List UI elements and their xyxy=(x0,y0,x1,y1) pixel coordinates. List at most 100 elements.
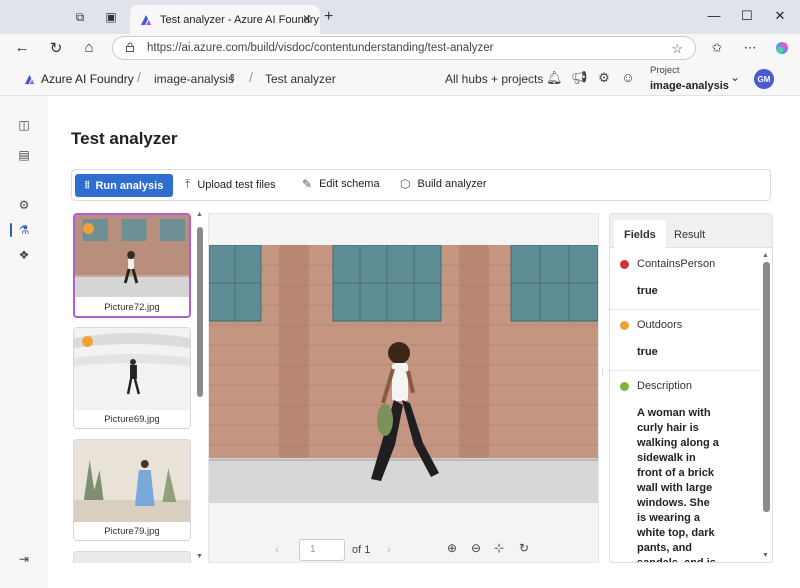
url-field[interactable]: https://ai.azure.com/build/visdoc/conten… xyxy=(112,36,696,60)
preview-image[interactable] xyxy=(209,245,598,503)
field-item[interactable]: ContainsPerson true xyxy=(610,254,762,310)
zoom-in-icon[interactable]: ⊕ xyxy=(447,541,457,555)
model-gear-icon[interactable]: ⚙ xyxy=(16,198,32,214)
field-name: ContainsPerson xyxy=(637,258,716,270)
scroll-up-icon[interactable]: ▲ xyxy=(762,252,769,259)
fit-to-view-icon[interactable]: ⊹ xyxy=(494,541,504,555)
avatar[interactable]: GM xyxy=(754,69,774,89)
scroll-down-icon[interactable]: ▼ xyxy=(762,552,769,559)
more-menu-icon[interactable]: ⋯ xyxy=(741,40,759,56)
url-text: https://ai.azure.com/build/visdoc/conten… xyxy=(147,42,494,54)
address-bar-row: ← ↻ ⌂ https://ai.azure.com/build/visdoc/… xyxy=(0,34,800,62)
app-header: Azure AI Foundry / image-analysis ⇕ / Te… xyxy=(0,62,800,96)
thumbnail-filename: Picture79.jpg xyxy=(104,526,160,537)
browser-window: ⧉ ▣ Test analyzer - Azure AI Foundry ✕ +… xyxy=(0,0,800,588)
minimize-icon[interactable]: — xyxy=(704,8,724,23)
brand-name: Azure AI Foundry xyxy=(41,72,134,86)
breadcrumb-separator: / xyxy=(137,69,141,85)
project-switcher-icon[interactable]: ⇕ xyxy=(228,73,236,84)
tab-result[interactable]: Result xyxy=(664,220,715,248)
project-chevron-down-icon[interactable]: ⌄ xyxy=(730,70,740,84)
workspaces-icon[interactable]: ⧉ xyxy=(72,9,88,25)
scroll-up-icon[interactable]: ▲ xyxy=(196,211,203,218)
azure-foundry-favicon-icon xyxy=(141,14,151,25)
breadcrumb-project[interactable]: image-analysis xyxy=(154,72,234,86)
field-name: Description xyxy=(637,380,693,392)
run-analysis-button[interactable]: ⦙⦙ Run analysis xyxy=(75,174,173,197)
resize-handle-icon[interactable]: ⁞ xyxy=(601,368,604,379)
announcements-icon[interactable]: 📢︎ xyxy=(571,70,588,86)
list-item[interactable]: Picture69.jpg xyxy=(73,327,191,429)
thumbnail-filename: Picture69.jpg xyxy=(104,414,160,425)
field-value: true xyxy=(637,346,658,358)
overview-icon[interactable]: ▤ xyxy=(16,148,32,164)
scan-icon: ⦙⦙ xyxy=(85,180,90,191)
edit-label: Edit schema xyxy=(319,178,380,190)
scrollbar-thumb[interactable] xyxy=(197,227,203,397)
all-hubs-link[interactable]: All hubs + projects xyxy=(445,72,543,86)
tab-fields[interactable]: Fields xyxy=(614,220,666,248)
scroll-down-icon[interactable]: ▼ xyxy=(196,553,203,560)
field-item[interactable]: Outdoors true xyxy=(610,315,762,371)
upload-test-files-button[interactable]: ⤒ Upload test files xyxy=(185,177,276,192)
azure-foundry-logo-icon xyxy=(24,74,35,84)
image-viewer: ‹ 1 of 1 › ⊕ ⊖ ⊹ ↻ xyxy=(208,213,599,563)
maximize-icon[interactable]: ☐ xyxy=(737,8,757,24)
upload-icon: ⤒ xyxy=(185,177,191,191)
fields-scrollbar-thumb[interactable] xyxy=(763,262,770,512)
brand[interactable]: Azure AI Foundry xyxy=(24,72,134,86)
components-icon[interactable]: ❖ xyxy=(16,248,32,264)
close-window-icon[interactable]: ✕ xyxy=(770,8,790,24)
page-title: Test analyzer xyxy=(71,129,178,148)
notifications-icon[interactable]: 🔔︎ xyxy=(546,70,563,86)
toolbar: ⦙⦙ Run analysis ⤒ Upload test files ✎ Ed… xyxy=(71,169,771,201)
pencil-icon: ✎ xyxy=(302,177,313,191)
browser-tab[interactable]: Test analyzer - Azure AI Foundry ✕ xyxy=(130,5,320,34)
zoom-out-icon[interactable]: ⊖ xyxy=(471,541,481,555)
copilot-icon[interactable] xyxy=(773,40,791,59)
previous-page-icon[interactable]: ‹ xyxy=(275,542,279,556)
project-name[interactable]: image-analysis xyxy=(650,80,729,92)
left-rail: ◫ ▤ ⚙ ⚗ ❖ ⇥ xyxy=(0,96,48,588)
sign-out-icon[interactable]: ⇥ xyxy=(16,552,32,568)
next-page-icon[interactable]: › xyxy=(387,542,391,556)
list-item[interactable]: Picture72.jpg xyxy=(73,213,191,318)
settings-gear-icon[interactable]: ⚙ xyxy=(596,70,612,86)
thumbnail-image xyxy=(74,552,190,563)
status-dot xyxy=(83,223,94,234)
rotate-icon[interactable]: ↻ xyxy=(519,541,529,555)
field-item[interactable]: Description A woman with curly hair is w… xyxy=(610,376,762,562)
edit-schema-button[interactable]: ✎ Edit schema xyxy=(302,177,380,191)
build-cube-icon: ⬡ xyxy=(400,177,411,191)
breadcrumb-separator: / xyxy=(249,69,253,85)
viewer-pager: ‹ 1 of 1 › ⊕ ⊖ ⊹ ↻ xyxy=(209,532,600,562)
collapse-nav-icon[interactable]: ◫ xyxy=(16,118,32,134)
field-color-dot xyxy=(620,260,629,269)
run-analysis-label: Run analysis xyxy=(95,179,164,192)
lock-icon xyxy=(126,42,134,52)
feedback-smiley-icon[interactable]: ☺ xyxy=(620,70,636,85)
tab-actions-icon[interactable]: ▣ xyxy=(103,9,119,25)
thumbnail-scrollbar[interactable]: ▲ ▼ xyxy=(196,211,204,563)
breadcrumb-current: Test analyzer xyxy=(265,72,336,86)
field-name: Outdoors xyxy=(637,319,683,331)
results-panel: Fields Result ContainsPerson true Outdoo… xyxy=(609,213,773,563)
list-item[interactable] xyxy=(73,551,191,563)
build-analyzer-button[interactable]: ⬡ Build analyzer xyxy=(400,177,487,191)
field-color-dot xyxy=(620,382,629,391)
refresh-icon[interactable]: ↻ xyxy=(46,39,66,57)
panel-tabs: Fields Result xyxy=(610,214,772,248)
build-label: Build analyzer xyxy=(417,178,487,190)
flask-icon[interactable]: ⚗ xyxy=(16,223,32,239)
home-icon[interactable]: ⌂ xyxy=(79,39,99,56)
new-tab-icon[interactable]: + xyxy=(324,8,333,26)
favorite-star-icon[interactable]: ☆ xyxy=(671,41,683,57)
tab-title: Test analyzer - Azure AI Foundry xyxy=(160,13,319,26)
back-icon[interactable]: ← xyxy=(12,39,32,56)
list-item[interactable]: Picture79.jpg xyxy=(73,439,191,541)
close-tab-icon[interactable]: ✕ xyxy=(302,12,312,26)
thumbnail-filename: Picture72.jpg xyxy=(104,302,160,313)
page-number-input[interactable]: 1 xyxy=(299,539,345,561)
favorites-icon[interactable]: ✩ xyxy=(708,40,726,56)
field-value: true xyxy=(637,285,658,297)
